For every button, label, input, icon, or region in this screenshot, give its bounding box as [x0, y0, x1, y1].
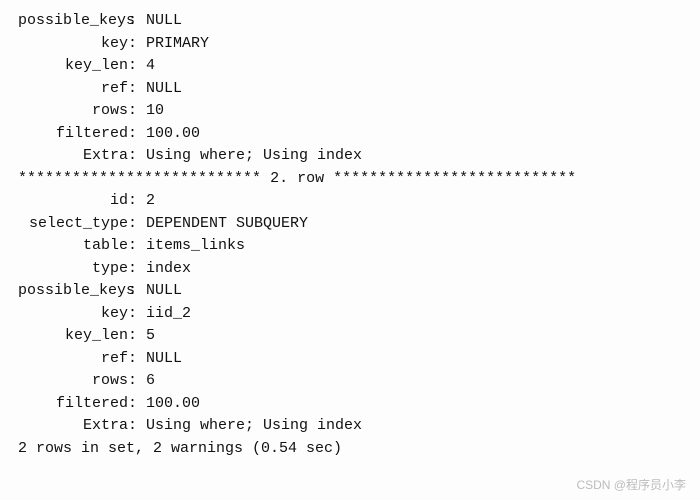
- sep-stars: ***************************: [18, 170, 261, 187]
- explain-field-row: id: 2: [18, 190, 682, 213]
- explain-field-row: rows: 6: [18, 370, 682, 393]
- explain-field-row: filtered: 100.00: [18, 393, 682, 416]
- field-label: filtered: [18, 123, 128, 146]
- explain-field-row: key_len: 5: [18, 325, 682, 348]
- field-label: type: [18, 258, 128, 281]
- field-label: key: [18, 303, 128, 326]
- field-value: items_links: [146, 237, 245, 254]
- field-value: 10: [146, 102, 164, 119]
- field-value: DEPENDENT SUBQUERY: [146, 215, 308, 232]
- field-label: ref: [18, 78, 128, 101]
- field-label: key_len: [18, 325, 128, 348]
- field-value: 2: [146, 192, 155, 209]
- field-label: ref: [18, 348, 128, 371]
- field-label: id: [18, 190, 128, 213]
- field-value: NULL: [146, 282, 182, 299]
- explain-field-row: key: iid_2: [18, 303, 682, 326]
- field-value: PRIMARY: [146, 35, 209, 52]
- field-value: 100.00: [146, 395, 200, 412]
- field-label: Extra: [18, 145, 128, 168]
- field-label: select_type: [18, 213, 128, 236]
- field-label: rows: [18, 100, 128, 123]
- watermark: CSDN @程序员小李: [576, 476, 686, 494]
- explain-field-row: key_len: 4: [18, 55, 682, 78]
- field-value: NULL: [146, 350, 182, 367]
- explain-field-row: type: index: [18, 258, 682, 281]
- field-value: Using where; Using index: [146, 417, 362, 434]
- sep-label: 2. row: [270, 170, 324, 187]
- field-label: possible_keys: [18, 10, 128, 33]
- field-label: Extra: [18, 415, 128, 438]
- sep-stars: ***************************: [333, 170, 576, 187]
- field-label: table: [18, 235, 128, 258]
- field-value: 6: [146, 372, 155, 389]
- field-value: 5: [146, 327, 155, 344]
- explain-field-row: Extra: Using where; Using index: [18, 415, 682, 438]
- mysql-explain-output: possible_keys: NULL key: PRIMARY key_len…: [18, 10, 682, 460]
- field-label: key: [18, 33, 128, 56]
- explain-field-row: ref: NULL: [18, 78, 682, 101]
- explain-field-row: ref: NULL: [18, 348, 682, 371]
- field-value: 4: [146, 57, 155, 74]
- field-label: rows: [18, 370, 128, 393]
- field-value: NULL: [146, 80, 182, 97]
- explain-field-row: table: items_links: [18, 235, 682, 258]
- field-value: NULL: [146, 12, 182, 29]
- field-label: key_len: [18, 55, 128, 78]
- field-value: index: [146, 260, 191, 277]
- explain-field-row: select_type: DEPENDENT SUBQUERY: [18, 213, 682, 236]
- field-label: possible_keys: [18, 280, 128, 303]
- explain-field-row: possible_keys: NULL: [18, 10, 682, 33]
- field-value: Using where; Using index: [146, 147, 362, 164]
- explain-field-row: filtered: 100.00: [18, 123, 682, 146]
- explain-field-row: possible_keys: NULL: [18, 280, 682, 303]
- field-label: filtered: [18, 393, 128, 416]
- explain-field-row: Extra: Using where; Using index: [18, 145, 682, 168]
- explain-field-row: key: PRIMARY: [18, 33, 682, 56]
- field-value: 100.00: [146, 125, 200, 142]
- field-value: iid_2: [146, 305, 191, 322]
- explain-field-row: rows: 10: [18, 100, 682, 123]
- row-separator: *************************** 2. row *****…: [18, 168, 682, 191]
- summary-line: 2 rows in set, 2 warnings (0.54 sec): [18, 438, 682, 461]
